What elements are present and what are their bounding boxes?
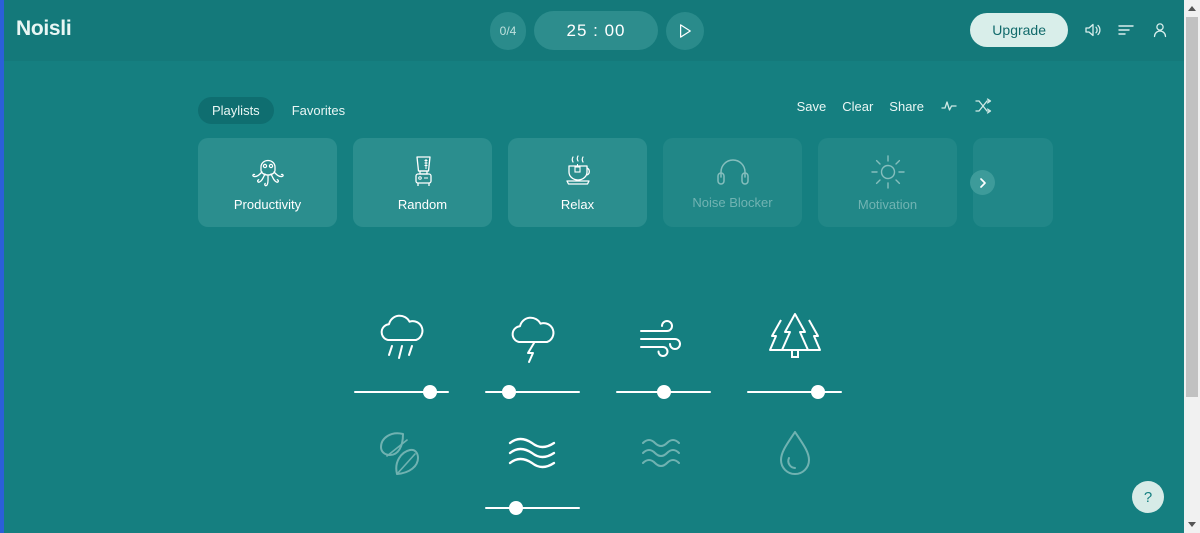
app-header: Noisli 0/4 25 : 00 Upgrade — [4, 0, 1188, 61]
forest-trees-icon — [764, 306, 826, 372]
triangle-up-icon — [1188, 6, 1196, 11]
app-logo[interactable]: Noisli — [16, 17, 72, 41]
tab-playlists[interactable]: Playlists — [198, 97, 274, 124]
header-right-group: Upgrade — [970, 13, 1170, 47]
playlist-card-random[interactable]: Random — [353, 138, 492, 227]
browser-left-edge — [0, 0, 4, 533]
slider-knob[interactable] — [811, 385, 826, 399]
pomodoro-timer-group: 0/4 25 : 00 — [490, 11, 704, 50]
playlist-card-relax[interactable]: Relax — [508, 138, 647, 227]
playlist-tabs: Playlists Favorites — [198, 97, 359, 124]
volume-icon[interactable] — [1082, 20, 1102, 40]
slider-track — [747, 391, 842, 393]
sound-forest[interactable] — [729, 306, 860, 422]
slider-knob[interactable] — [501, 385, 516, 399]
leaves-icon — [373, 422, 431, 488]
playlist-card-noise-blocker[interactable]: Noise Blocker — [663, 138, 802, 227]
playlist-card-label: Productivity — [233, 197, 302, 212]
slider-knob[interactable] — [423, 385, 437, 399]
sound-water-drop[interactable] — [729, 422, 860, 533]
sun-icon — [869, 153, 907, 191]
slider-track — [485, 507, 580, 509]
sound-volume-slider[interactable] — [354, 384, 449, 400]
playlist-card-label: Noise Blocker — [692, 195, 773, 210]
playlist-card-label: Random — [397, 197, 448, 212]
slider-knob[interactable] — [509, 501, 524, 515]
timer-play-button[interactable] — [666, 11, 704, 50]
slider-knob[interactable] — [656, 385, 671, 399]
tab-favorites[interactable]: Favorites — [278, 97, 359, 124]
sound-grid — [336, 306, 860, 533]
timer-display[interactable]: 25 : 00 — [534, 11, 658, 50]
sound-sea[interactable] — [598, 422, 729, 533]
playlist-card-label: Motivation — [857, 197, 918, 212]
water-drop-icon — [771, 422, 819, 488]
scrollbar-down-arrow[interactable] — [1184, 516, 1200, 533]
browser-scrollbar[interactable] — [1184, 0, 1200, 533]
slider-track — [485, 391, 580, 393]
pomodoro-count-badge[interactable]: 0/4 — [490, 11, 526, 50]
save-button[interactable]: Save — [797, 99, 827, 114]
rain-cloud-icon — [371, 306, 433, 372]
sound-volume-slider[interactable] — [485, 500, 580, 516]
upgrade-button[interactable]: Upgrade — [970, 13, 1068, 47]
share-button[interactable]: Share — [889, 99, 924, 114]
teacup-icon — [558, 153, 598, 191]
scrollbar-thumb[interactable] — [1186, 17, 1198, 397]
headphones-icon — [713, 155, 753, 189]
playlist-toolbar: Playlists Favorites Save Clear Share — [4, 61, 1188, 124]
account-icon[interactable] — [1150, 20, 1170, 40]
playlists-next-button[interactable] — [970, 170, 995, 195]
blender-icon — [406, 153, 440, 191]
playlist-actions: Save Clear Share — [797, 97, 992, 115]
clear-button[interactable]: Clear — [842, 99, 873, 114]
shuffle-icon[interactable] — [974, 97, 992, 115]
water-waves-icon — [502, 422, 564, 488]
playlist-card-label: Relax — [560, 197, 595, 212]
sound-water-stream[interactable] — [467, 422, 598, 533]
scrollbar-up-arrow[interactable] — [1184, 0, 1200, 17]
thunder-cloud-icon — [502, 306, 564, 372]
help-button[interactable]: ? — [1132, 481, 1164, 513]
sound-rain[interactable] — [336, 306, 467, 422]
sea-waves-icon — [633, 422, 695, 488]
sound-leaves[interactable] — [336, 422, 467, 533]
noisli-app: Noisli 0/4 25 : 00 Upgrade Playlists Fav… — [4, 0, 1188, 533]
sound-volume-slider[interactable] — [616, 384, 711, 400]
chevron-right-icon — [979, 177, 986, 188]
playlist-cards: Productivity Random Relax Noise Blocker … — [198, 138, 1053, 228]
octopus-icon — [248, 153, 288, 191]
sound-thunder[interactable] — [467, 306, 598, 422]
sound-volume-slider[interactable] — [485, 384, 580, 400]
waveform-icon[interactable] — [940, 97, 958, 115]
play-icon — [680, 23, 691, 38]
triangle-down-icon — [1188, 522, 1196, 527]
playlist-card-motivation[interactable]: Motivation — [818, 138, 957, 227]
mixer-icon[interactable] — [1116, 20, 1136, 40]
sound-volume-slider[interactable] — [747, 384, 842, 400]
playlist-card-productivity[interactable]: Productivity — [198, 138, 337, 227]
sound-wind[interactable] — [598, 306, 729, 422]
wind-icon — [633, 306, 695, 372]
